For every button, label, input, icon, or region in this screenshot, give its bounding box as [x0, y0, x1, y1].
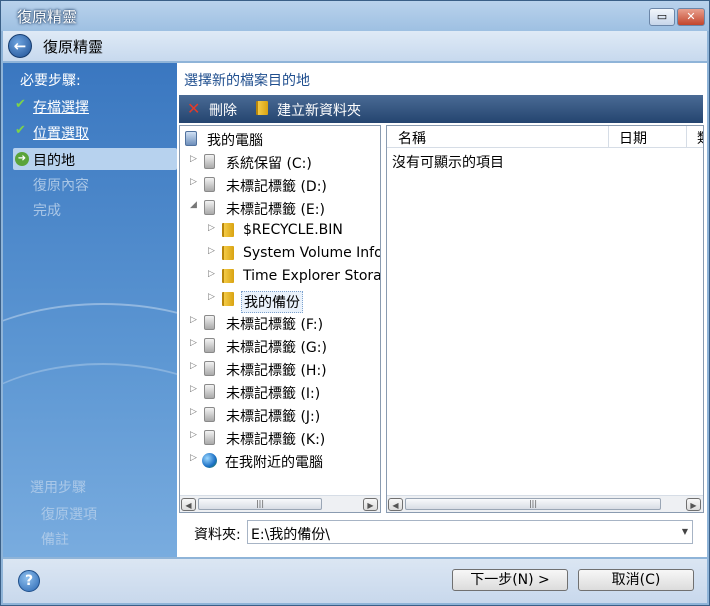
steps-pane: 必要步驟: ✔ 存檔選擇 ✔ 位置選取 ➜ 目的地 復原內容 完成 選用步驟 復…	[3, 63, 177, 557]
drive-icon	[204, 384, 215, 399]
list-horizontal-scrollbar[interactable]: ◀ ||| ▶	[387, 495, 703, 512]
tree-node-label: 未標記標籤 (G:)	[226, 340, 327, 356]
step-label: 復原內容	[33, 178, 89, 194]
expand-arrow-icon[interactable]: ▷	[208, 269, 215, 279]
scroll-right-icon[interactable]: ▶	[686, 498, 701, 511]
step-label: 位置選取	[33, 126, 89, 142]
current-step-arrow-icon: ➜	[15, 152, 29, 166]
expand-arrow-icon[interactable]: ▷	[208, 246, 215, 256]
scroll-right-icon[interactable]: ▶	[363, 498, 378, 511]
tree-node-label: 在我附近的電腦	[225, 455, 323, 471]
drive-icon	[204, 177, 215, 192]
tree-node-label: 我的備份	[241, 291, 303, 313]
tree-horizontal-scrollbar[interactable]: ◀ ||| ▶	[180, 495, 380, 512]
expand-arrow-icon[interactable]: ▷	[190, 177, 197, 187]
tree-node-label: 未標記標籤 (H:)	[226, 363, 327, 379]
page-heading: 選擇新的檔案目的地	[184, 73, 310, 89]
collapse-arrow-icon[interactable]: ◢	[190, 200, 197, 210]
required-steps-label: 必要步驟:	[20, 73, 81, 89]
expand-arrow-icon[interactable]: ▷	[190, 430, 197, 440]
file-list[interactable]: 名稱 日期 類 沒有可顯示的項目 ◀ ||| ▶	[386, 125, 704, 513]
tree-node-label: 未標記標籤 (K:)	[226, 432, 326, 448]
wizard-header: ← 復原精靈	[3, 31, 707, 61]
expand-arrow-icon[interactable]: ▷	[190, 361, 197, 371]
folder-icon	[222, 223, 234, 237]
drive-icon	[204, 407, 215, 422]
scroll-left-icon[interactable]: ◀	[181, 498, 196, 511]
computer-icon	[185, 131, 197, 146]
step-label: 目的地	[33, 153, 75, 169]
help-icon[interactable]: ?	[18, 570, 40, 592]
delete-x-icon[interactable]: ✕	[187, 99, 200, 118]
folder-icon	[222, 292, 234, 306]
tree-node-label: 未標記標籤 (F:)	[226, 317, 324, 333]
step-label: 存檔選擇	[33, 100, 89, 116]
folder-tree[interactable]: 我的電腦 ▷ 系統保留 (C:) ▷ 未標記標籤 (D:) ◢ 未標記標籤 (E…	[179, 125, 381, 513]
delete-button[interactable]: 刪除	[209, 100, 237, 120]
column-header-type[interactable]: 類	[687, 126, 703, 148]
main-content: 選擇新的檔案目的地 ✕ 刪除 建立新資料夾 我的電腦 ▷ 系統保留 (C:) ▷…	[177, 63, 707, 557]
new-folder-button[interactable]: 建立新資料夾	[277, 100, 361, 120]
drive-icon	[204, 430, 215, 445]
window-title: 復原精靈	[17, 8, 78, 26]
tree-node-label: 我的電腦	[207, 133, 263, 149]
tree-node-label: Time Explorer Storage	[243, 268, 381, 284]
maximize-button[interactable]: ▭	[649, 8, 675, 26]
step-restore-options: 復原選項	[41, 507, 97, 523]
scroll-left-icon[interactable]: ◀	[388, 498, 403, 511]
new-folder-icon[interactable]	[256, 101, 268, 115]
folder-path-combobox[interactable]: E:\我的備份\ ▼	[247, 520, 693, 544]
optional-steps-label: 選用步驟	[30, 480, 86, 496]
tree-node-label: 未標記標籤 (J:)	[226, 409, 321, 425]
expand-arrow-icon[interactable]: ▷	[190, 407, 197, 417]
tree-node-label: 未標記標籤 (I:)	[226, 386, 321, 402]
expand-arrow-icon[interactable]: ▷	[190, 315, 197, 325]
close-button[interactable]: ✕	[677, 8, 705, 26]
toolbar: ✕ 刪除 建立新資料夾	[179, 95, 703, 123]
header-title: 復原精靈	[43, 38, 104, 56]
scroll-thumb[interactable]: |||	[198, 498, 322, 510]
cancel-button[interactable]: 取消(C)	[578, 569, 694, 591]
tree-node-label: System Volume Information	[243, 245, 380, 261]
bottom-bar: ? 下一步(N) > 取消(C)	[3, 559, 707, 603]
expand-arrow-icon[interactable]: ▷	[190, 154, 197, 164]
scroll-thumb[interactable]: |||	[405, 498, 661, 510]
drive-icon	[204, 315, 215, 330]
expand-arrow-icon[interactable]: ▷	[190, 384, 197, 394]
drive-icon	[204, 154, 215, 169]
column-header-date[interactable]: 日期	[609, 126, 687, 148]
step-destination[interactable]: ➜ 目的地	[13, 148, 177, 170]
tree-node-label: $RECYCLE.BIN	[243, 222, 343, 238]
dropdown-arrow-icon[interactable]: ▼	[682, 527, 688, 536]
step-archive-selection[interactable]: ✔ 存檔選擇	[13, 95, 177, 117]
folder-icon	[222, 246, 234, 260]
step-restore-content: 復原內容	[13, 173, 177, 195]
check-icon: ✔	[15, 97, 26, 112]
step-label: 完成	[33, 203, 61, 219]
wizard-window: 復原精靈 ▭ ✕ ← 復原精靈 必要步驟: ✔ 存檔選擇 ✔ 位置選取 ➜ 目的…	[0, 0, 710, 606]
title-bar: 復原精靈 ▭ ✕	[1, 1, 709, 31]
folder-label: 資料夾:	[194, 527, 241, 543]
folder-path-value: E:\我的備份\	[251, 527, 330, 543]
expand-arrow-icon[interactable]: ▷	[208, 223, 215, 233]
tree-node-label: 系統保留 (C:)	[226, 156, 312, 172]
step-location-selection[interactable]: ✔ 位置選取	[13, 121, 177, 143]
next-button[interactable]: 下一步(N) >	[452, 569, 568, 591]
expand-arrow-icon[interactable]: ▷	[190, 338, 197, 348]
drive-icon	[204, 200, 215, 215]
step-finish: 完成	[13, 198, 177, 220]
step-comments: 備註	[41, 532, 69, 548]
expand-arrow-icon[interactable]: ▷	[190, 453, 197, 463]
folder-icon	[222, 269, 234, 283]
expand-arrow-icon[interactable]: ▷	[208, 292, 215, 302]
check-icon: ✔	[15, 123, 26, 138]
drive-icon	[204, 338, 215, 353]
tree-node-label: 未標記標籤 (E:)	[226, 202, 325, 218]
empty-list-message: 沒有可顯示的項目	[392, 155, 504, 171]
network-globe-icon	[202, 453, 217, 468]
back-arrow-icon[interactable]: ←	[8, 34, 32, 58]
drive-icon	[204, 361, 215, 376]
tree-node-label: 未標記標籤 (D:)	[226, 179, 327, 195]
column-header-name[interactable]: 名稱	[387, 126, 609, 148]
